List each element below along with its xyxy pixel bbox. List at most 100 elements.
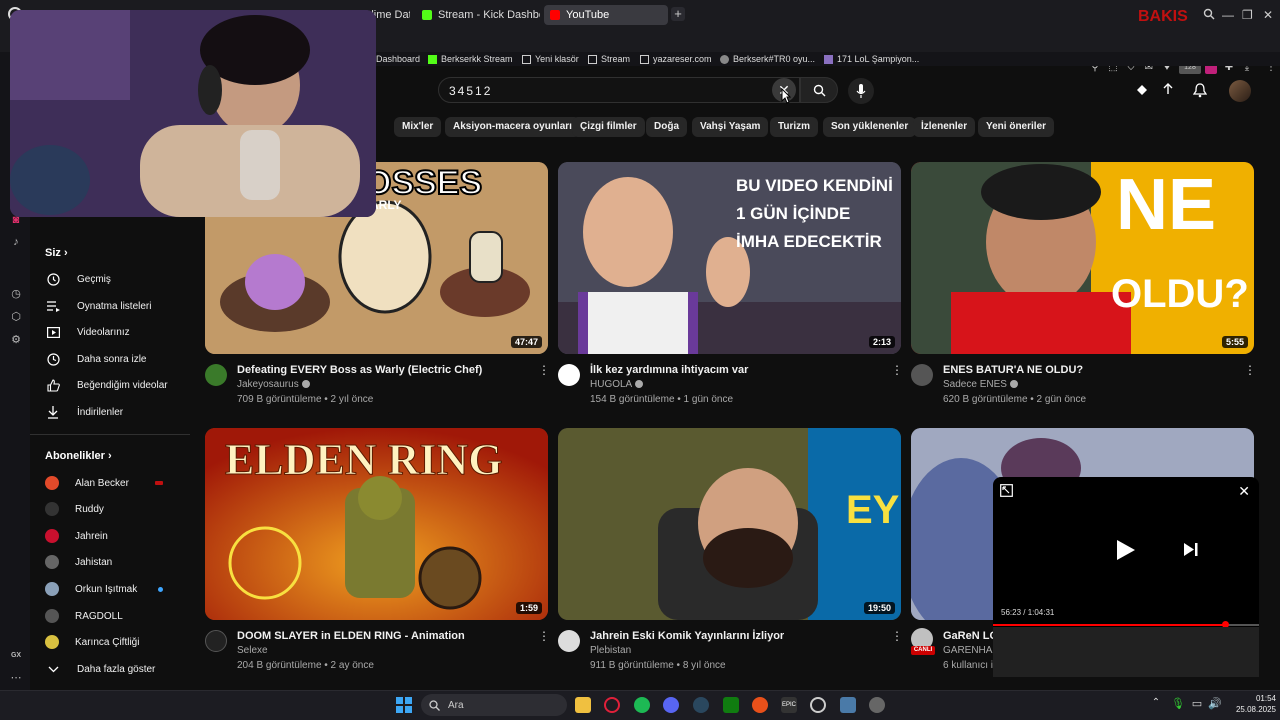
tiktok-icon[interactable]: ♪ [10, 236, 22, 248]
video-menu-icon[interactable]: ⋮ [891, 364, 903, 376]
video-menu-icon[interactable]: ⋮ [1244, 364, 1256, 376]
upload-icon[interactable] [1160, 82, 1176, 98]
chip-mixler[interactable]: Mix'ler [394, 117, 442, 137]
subscription-orkun-isitmak[interactable]: Orkun Işıtmak [45, 579, 185, 599]
mini-player-progress[interactable] [993, 621, 1259, 628]
chip-aksiyon-macera[interactable]: Aksiyon-macera oyunları [445, 117, 580, 137]
video-title[interactable]: İlk kez yardımına ihtiyacım var [590, 364, 748, 376]
search-button[interactable] [800, 77, 838, 103]
sidebar-item-watch-later[interactable]: Daha sonra izle [45, 349, 185, 369]
play-icon[interactable] [1116, 539, 1136, 566]
channel-avatar[interactable] [911, 364, 933, 386]
create-icon[interactable] [1134, 82, 1150, 98]
sidebar-item-history[interactable]: Geçmiş [45, 269, 185, 289]
subscription-ragdoll[interactable]: RAGDOLL [45, 606, 185, 626]
volume-icon[interactable]: 🔊 [1207, 697, 1223, 713]
channel-avatar[interactable] [205, 364, 227, 386]
video-title[interactable]: Jahrein Eski Komik Yayınlarını İzliyor [590, 630, 784, 642]
search-input[interactable] [449, 82, 769, 100]
sidebar-item-downloads[interactable]: İndirilenler [45, 402, 185, 422]
chip-turizm[interactable]: Turizm [770, 117, 819, 137]
channel-avatar[interactable] [558, 364, 580, 386]
windows-start-icon[interactable] [396, 697, 412, 713]
chip-yeni-oneriler[interactable]: Yeni öneriler [978, 117, 1055, 137]
epic-games-icon[interactable]: EPIC [781, 697, 797, 713]
subscription-ruddy[interactable]: Ruddy [45, 499, 185, 519]
obs-icon[interactable] [810, 697, 826, 713]
file-explorer-icon[interactable] [575, 697, 591, 713]
taskbar-search[interactable]: Ara [421, 694, 567, 716]
opera-gx-icon[interactable] [604, 697, 620, 713]
bookmark-stream[interactable]: Stream [588, 52, 630, 66]
sidebar-item-playlists[interactable]: Oynatma listeleri [45, 296, 185, 316]
video-title[interactable]: Defeating EVERY Boss as Warly (Electric … [237, 364, 482, 376]
video-menu-icon[interactable]: ⋮ [538, 364, 550, 376]
video-title[interactable]: DOOM SLAYER in ELDEN RING - Animation [237, 630, 465, 642]
bookmark-berkserk-tr0[interactable]: Berkserk#TR0 oyu... [720, 52, 815, 66]
steam-icon[interactable] [693, 697, 709, 713]
chevron-up-icon[interactable]: ⌃ [1148, 697, 1164, 713]
bookmark-yeni-klasor[interactable]: Yeni klasör [522, 52, 579, 66]
restore-icon[interactable]: ❐ [1242, 8, 1253, 22]
video-title[interactable]: ENES BATUR'A NE OLDU? [943, 364, 1083, 376]
subscription-alan-becker[interactable]: Alan Becker [45, 473, 185, 493]
close-window-icon[interactable]: ✕ [1263, 8, 1273, 22]
app-icon[interactable] [840, 697, 856, 713]
expand-icon[interactable] [1000, 484, 1013, 502]
new-tab-button[interactable]: + [671, 7, 685, 21]
video-thumbnail[interactable]: BU VIDEO KENDİNİ 1 GÜN İÇİNDE İMHA EDECE… [558, 162, 901, 354]
channel-avatar[interactable] [205, 630, 227, 652]
subscription-jahistan[interactable]: Jahistan [45, 552, 185, 572]
channel-avatar[interactable] [558, 630, 580, 652]
chip-cizgi-filmler[interactable]: Çizgi filmler [572, 117, 645, 137]
chip-vahsi-yasam[interactable]: Vahşi Yaşam [692, 117, 769, 137]
video-menu-icon[interactable]: ⋮ [538, 630, 550, 642]
channel-name[interactable]: GARENHAN [943, 645, 1000, 656]
video-thumbnail[interactable]: NE OLDU? 5:55 [911, 162, 1254, 354]
subscriptions-heading[interactable]: Abonelikler › [45, 450, 112, 462]
minimize-icon[interactable]: — [1222, 8, 1234, 22]
channel-name[interactable]: Jakeyosaurus [237, 379, 310, 390]
search-box[interactable] [438, 77, 800, 103]
app-icon[interactable] [752, 697, 768, 713]
bookmark-yazareser[interactable]: yazareser.com [640, 52, 712, 66]
close-icon[interactable]: ✕ [1238, 483, 1250, 500]
channel-name[interactable]: Plebistan [590, 645, 631, 656]
subscription-jahrein[interactable]: Jahrein [45, 526, 185, 546]
you-heading[interactable]: Siz › [45, 247, 68, 259]
network-icon[interactable]: ▭ [1189, 697, 1205, 713]
spotify-icon[interactable] [634, 697, 650, 713]
bookmark-berkserkk-stream[interactable]: Berkserkk Stream [428, 52, 513, 66]
bookmark-lol-sampiyon[interactable]: 171 LoL Şampiyon... [824, 52, 919, 66]
video-title[interactable]: GaReN LO [943, 630, 998, 642]
channel-name[interactable]: Selexe [237, 645, 268, 656]
show-more-button[interactable]: Daha fazla göster [45, 659, 185, 679]
chip-izlenenler[interactable]: İzlenenler [913, 117, 976, 137]
voice-search-button[interactable] [848, 78, 874, 104]
discord-icon[interactable] [663, 697, 679, 713]
tab-kick-dashboard[interactable]: Stream - Kick Dashboard [416, 5, 540, 25]
gx-label[interactable]: GX [8, 650, 24, 662]
video-thumbnail[interactable]: ELDEN RING 1:59 [205, 428, 548, 620]
notifications-bell-icon[interactable] [1192, 82, 1208, 98]
channel-name[interactable]: Sadece ENES [943, 379, 1018, 390]
cube-icon[interactable]: ⬡ [10, 311, 22, 323]
bookmark-dashboard[interactable]: Dashboard [376, 52, 420, 66]
xbox-icon[interactable] [723, 697, 739, 713]
account-avatar[interactable] [1229, 80, 1251, 102]
channel-name[interactable]: HUGOLA [590, 379, 644, 390]
search-icon[interactable] [1203, 8, 1215, 23]
sidebar-item-your-videos[interactable]: Videolarınız [45, 322, 185, 342]
taskbar-clock[interactable]: 01:54 25.08.2025 [1226, 693, 1276, 715]
more-icon[interactable]: ⋯ [10, 672, 22, 684]
subscription-karinca-ciftligi[interactable]: Karınca Çiftliği [45, 632, 185, 652]
tab-youtube[interactable]: YouTube [544, 5, 668, 25]
video-menu-icon[interactable]: ⋮ [891, 630, 903, 642]
app-icon[interactable] [869, 697, 885, 713]
sidebar-item-liked-videos[interactable]: Beğendiğim videolar [45, 375, 185, 395]
video-thumbnail[interactable]: EY 19:50 [558, 428, 901, 620]
settings-icon[interactable]: ⚙ [10, 334, 22, 346]
chip-son-yuklenenler[interactable]: Son yüklenenler [823, 117, 917, 137]
next-icon[interactable] [1183, 542, 1199, 562]
microphone-icon[interactable]: 🎙 [1170, 697, 1186, 713]
